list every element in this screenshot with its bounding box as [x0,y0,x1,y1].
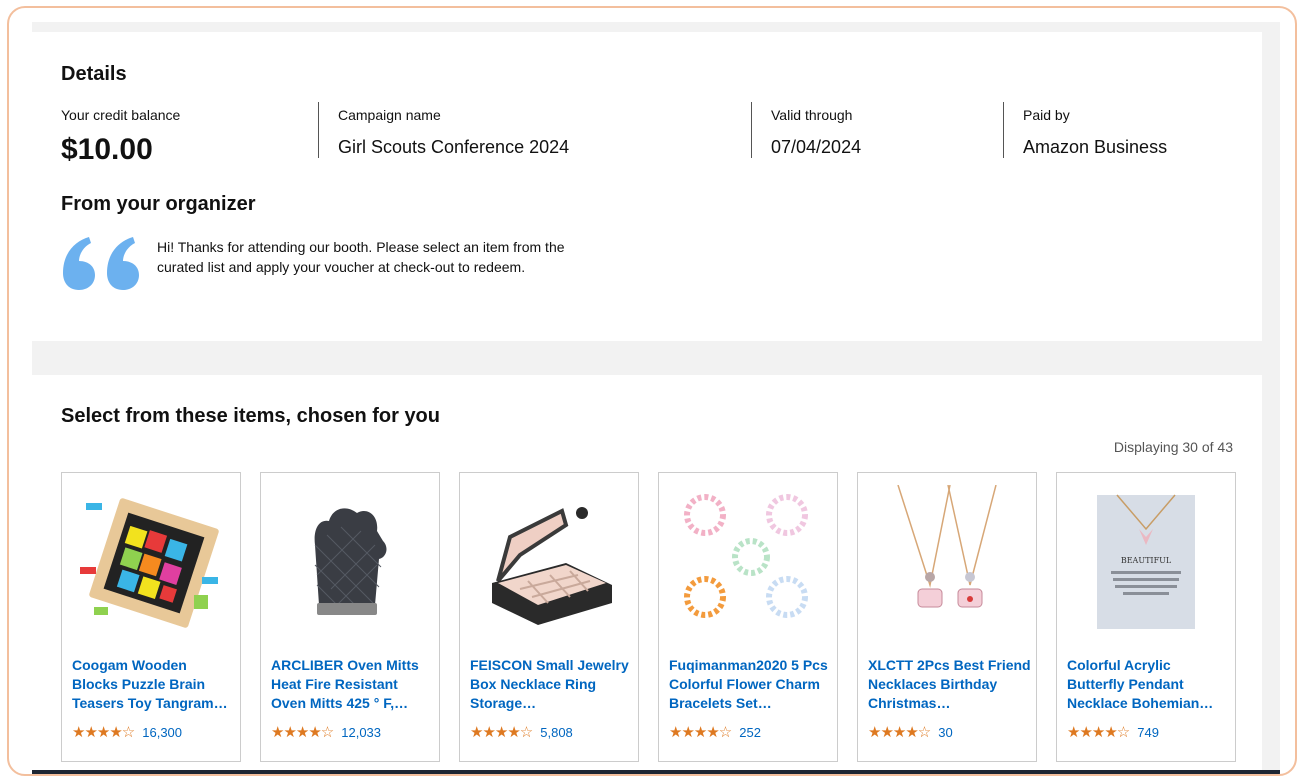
divider [318,102,319,158]
paid-by: Paid by Amazon Business [1023,107,1167,158]
product-rating[interactable]: ★★★★☆ 749 [1067,723,1159,741]
product-title[interactable]: Colorful Acrylic Butterfly Pendant Neckl… [1067,656,1231,713]
product-title[interactable]: Fuqimanman2020 5 Pcs Colorful Flower Cha… [669,656,833,713]
oven-mitts-image[interactable] [271,485,429,635]
product-card[interactable]: FEISCON Small Jewelry Box Necklace Ring … [459,472,639,762]
review-count[interactable]: 5,808 [540,725,573,740]
star-rating-icon: ★★★★☆ [271,724,334,741]
butterfly-card-text: BEAUTIFUL [1121,556,1172,565]
window-frame: Details Your credit balance $10.00 Campa… [7,6,1297,776]
campaign-name-label: Campaign name [338,107,441,123]
jewelry-box-image[interactable] [470,485,628,635]
product-card[interactable]: XLCTT 2Pcs Best Friend Necklaces Birthda… [857,472,1037,762]
product-rating[interactable]: ★★★★☆ 5,808 [470,723,573,741]
quote-icon [63,237,139,290]
items-panel: Select from these items, chosen for you … [32,375,1262,774]
star-rating-icon: ★★★★☆ [868,724,931,741]
review-count[interactable]: 12,033 [341,725,381,740]
product-rating[interactable]: ★★★★☆ 30 [868,723,953,741]
displaying-count: Displaying 30 of 43 [1113,439,1233,455]
credit-balance-value: $10.00 [61,133,153,166]
review-count[interactable]: 16,300 [142,725,182,740]
butterfly-necklace-image[interactable]: BEAUTIFUL [1067,485,1225,635]
star-rating-icon: ★★★★☆ [72,724,135,741]
valid-through-value: 07/04/2024 [771,137,862,157]
product-card[interactable]: Coogam Wooden Blocks Puzzle Brain Teaser… [61,472,241,762]
review-count[interactable]: 252 [739,725,761,740]
organizer-heading: From your organizer [61,193,256,215]
product-title[interactable]: Coogam Wooden Blocks Puzzle Brain Teaser… [72,656,236,713]
campaign-name-value: Girl Scouts Conference 2024 [338,137,570,157]
product-title[interactable]: FEISCON Small Jewelry Box Necklace Ring … [470,656,634,713]
product-rating[interactable]: ★★★★☆ 12,033 [271,723,381,741]
star-rating-icon: ★★★★☆ [470,724,533,741]
product-title[interactable]: ARCLIBER Oven Mitts Heat Fire Resistant … [271,656,435,713]
product-card[interactable]: Fuqimanman2020 5 Pcs Colorful Flower Cha… [658,472,838,762]
details-panel: Details Your credit balance $10.00 Campa… [32,32,1262,341]
review-count[interactable]: 749 [1137,725,1159,740]
product-rating[interactable]: ★★★★☆ 16,300 [72,723,182,741]
paid-by-value: Amazon Business [1023,137,1168,157]
product-card[interactable]: ARCLIBER Oven Mitts Heat Fire Resistant … [260,472,440,762]
credit-balance: Your credit balance $10.00 [61,107,180,167]
star-rating-icon: ★★★★☆ [669,724,732,741]
product-rating[interactable]: ★★★★☆ 252 [669,723,761,741]
product-title[interactable]: XLCTT 2Pcs Best Friend Necklaces Birthda… [868,656,1032,713]
valid-through: Valid through 07/04/2024 [771,107,861,158]
campaign-name: Campaign name Girl Scouts Conference 202… [338,107,569,158]
review-count[interactable]: 30 [938,725,952,740]
divider [1003,102,1004,158]
divider [751,102,752,158]
necklaces-image[interactable] [868,485,1026,635]
wooden-puzzle-image[interactable] [72,485,230,635]
bottom-bar [32,770,1280,774]
page-background: Details Your credit balance $10.00 Campa… [32,22,1280,774]
items-heading: Select from these items, chosen for you [61,405,440,427]
credit-balance-label: Your credit balance [61,107,181,123]
bracelets-image[interactable] [669,485,827,635]
details-heading: Details [61,63,127,85]
organizer-message: Hi! Thanks for attending our booth. Plea… [157,239,565,275]
product-card[interactable]: BEAUTIFUL Colorful Acrylic Butterfly Pen… [1056,472,1236,762]
paid-by-label: Paid by [1023,107,1070,123]
star-rating-icon: ★★★★☆ [1067,724,1130,741]
valid-through-label: Valid through [771,107,853,123]
